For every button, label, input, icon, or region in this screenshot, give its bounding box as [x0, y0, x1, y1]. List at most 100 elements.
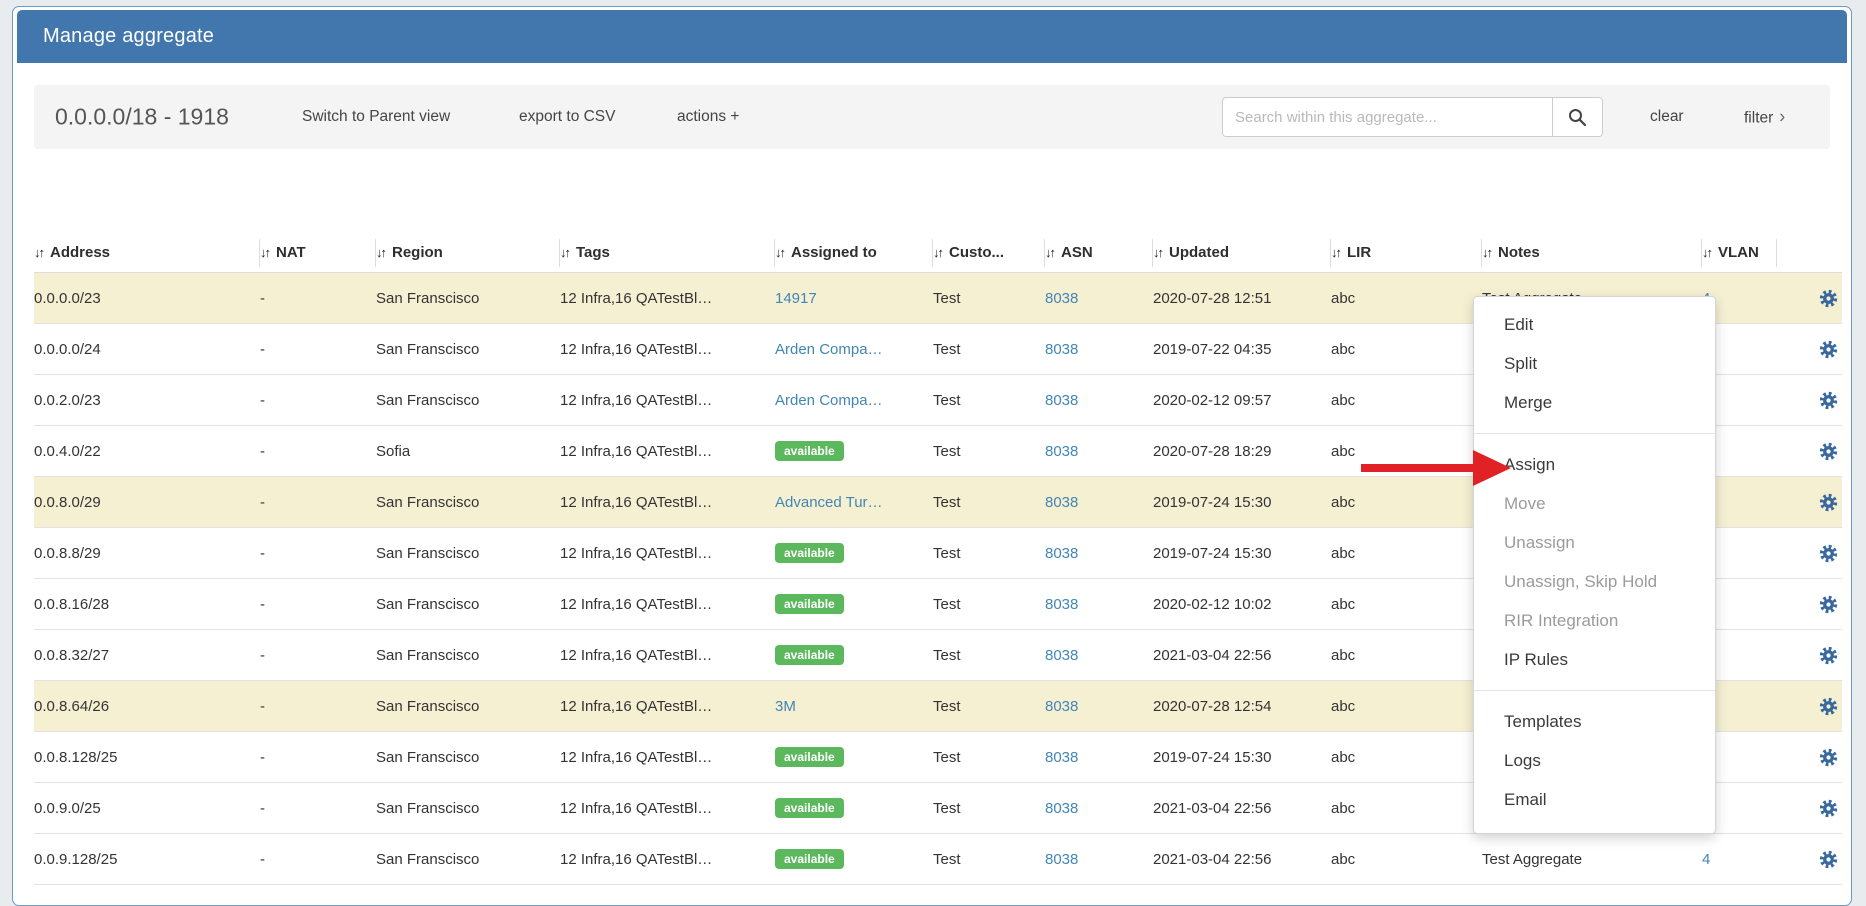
column-header-nat[interactable]: ↓↑NAT: [260, 239, 376, 267]
lir-cell: abc: [1331, 647, 1482, 664]
search-group: [1222, 97, 1603, 137]
assigned-to-cell: Arden Compa…: [775, 341, 933, 358]
nat-cell-text: -: [260, 443, 265, 460]
customer-cell: Test: [933, 851, 1045, 868]
asn-cell-text[interactable]: 8038: [1045, 341, 1078, 358]
row-actions-gear[interactable]: [1819, 799, 1842, 818]
sort-icon: ↓↑: [560, 245, 569, 260]
column-header-label: Custo...: [949, 244, 1004, 261]
assigned-to-link[interactable]: Advanced Tur…: [775, 494, 883, 511]
export-csv-button[interactable]: export to CSV: [519, 108, 616, 126]
menu-item-ip-rules[interactable]: IP Rules: [1474, 640, 1715, 679]
updated-cell: 2020-02-12 10:02: [1153, 596, 1331, 613]
row-actions-gear[interactable]: [1819, 442, 1842, 461]
clear-button[interactable]: clear: [1650, 108, 1684, 126]
row-actions-gear[interactable]: [1819, 391, 1842, 410]
row-actions-gear[interactable]: [1819, 544, 1842, 563]
column-header-tags[interactable]: ↓↑Tags: [560, 239, 775, 267]
table-row[interactable]: 0.0.9.128/25-San Franscisco12 Infra,16 Q…: [34, 834, 1842, 885]
assigned-to-link[interactable]: Arden Compa…: [775, 341, 883, 358]
asn-cell-text[interactable]: 8038: [1045, 647, 1078, 664]
column-header-lir[interactable]: ↓↑LIR: [1331, 239, 1482, 267]
address-cell-text: 0.0.8.128/25: [34, 749, 117, 766]
menu-item-email[interactable]: Email: [1474, 780, 1715, 819]
customer-cell-text: Test: [933, 749, 961, 766]
row-actions-gear[interactable]: [1819, 697, 1842, 716]
lir-cell: abc: [1331, 749, 1482, 766]
menu-divider: [1474, 690, 1715, 691]
vlan-cell-text[interactable]: 4: [1702, 851, 1710, 868]
lir-cell: abc: [1331, 290, 1482, 307]
tags-cell-text: 12 Infra,16 QATestBl…: [560, 494, 712, 511]
asn-cell-text[interactable]: 8038: [1045, 392, 1078, 409]
column-header-asn[interactable]: ↓↑ASN: [1045, 239, 1153, 267]
search-icon: [1568, 108, 1587, 127]
asn-cell-text[interactable]: 8038: [1045, 851, 1078, 868]
menu-item-logs[interactable]: Logs: [1474, 741, 1715, 780]
assigned-to-cell: available: [775, 849, 933, 869]
gear-icon: [1819, 289, 1838, 308]
page-title: Manage aggregate: [43, 25, 214, 48]
asn-cell-text[interactable]: 8038: [1045, 290, 1078, 307]
row-actions-gear[interactable]: [1819, 850, 1842, 869]
actions-menu-button[interactable]: actions +: [677, 108, 739, 126]
menu-item-split[interactable]: Split: [1474, 344, 1715, 383]
asn-cell: 8038: [1045, 698, 1153, 715]
customer-cell-text: Test: [933, 392, 961, 409]
updated-cell: 2019-07-24 15:30: [1153, 494, 1331, 511]
updated-cell-text: 2021-03-04 22:56: [1153, 800, 1271, 817]
tags-cell-text: 12 Infra,16 QATestBl…: [560, 290, 712, 307]
column-header-notes[interactable]: ↓↑Notes: [1482, 239, 1702, 267]
row-actions-gear[interactable]: [1819, 289, 1842, 308]
nat-cell-text: -: [260, 341, 265, 358]
row-actions-gear[interactable]: [1819, 646, 1842, 665]
lir-cell-text: abc: [1331, 392, 1355, 409]
row-actions-gear[interactable]: [1819, 493, 1842, 512]
asn-cell-text[interactable]: 8038: [1045, 545, 1078, 562]
menu-item-merge[interactable]: Merge: [1474, 383, 1715, 422]
gear-icon: [1819, 850, 1838, 869]
assigned-to-link[interactable]: 3M: [775, 698, 796, 715]
nat-cell: -: [260, 851, 376, 868]
panel-title-bar: Manage aggregate: [17, 10, 1847, 63]
search-input[interactable]: [1222, 97, 1553, 137]
asn-cell-text[interactable]: 8038: [1045, 596, 1078, 613]
column-header-updated[interactable]: ↓↑Updated: [1153, 239, 1331, 267]
customer-cell: Test: [933, 800, 1045, 817]
address-cell-text: 0.0.8.8/29: [34, 545, 101, 562]
nat-cell: -: [260, 290, 376, 307]
column-header-region[interactable]: ↓↑Region: [376, 239, 560, 267]
address-cell-text: 0.0.2.0/23: [34, 392, 101, 409]
row-actions-gear[interactable]: [1819, 595, 1842, 614]
asn-cell-text[interactable]: 8038: [1045, 494, 1078, 511]
region-cell: San Franscisco: [376, 290, 560, 307]
sort-icon: ↓↑: [775, 245, 784, 260]
sort-icon: ↓↑: [1331, 245, 1340, 260]
assigned-to-link[interactable]: 14917: [775, 290, 817, 307]
asn-cell-text[interactable]: 8038: [1045, 698, 1078, 715]
search-button[interactable]: [1553, 97, 1603, 137]
asn-cell-text[interactable]: 8038: [1045, 800, 1078, 817]
nat-cell-text: -: [260, 749, 265, 766]
asn-cell-text[interactable]: 8038: [1045, 443, 1078, 460]
column-header-custo[interactable]: ↓↑Custo...: [933, 239, 1045, 267]
row-actions-gear[interactable]: [1819, 340, 1842, 359]
tags-cell: 12 Infra,16 QATestBl…: [560, 647, 775, 664]
row-actions-gear[interactable]: [1819, 748, 1842, 767]
column-header-vlan[interactable]: ↓↑VLAN: [1702, 239, 1777, 267]
column-header-assigned-to[interactable]: ↓↑Assigned to: [775, 239, 933, 267]
available-badge: available: [775, 441, 844, 461]
assigned-to-link[interactable]: Arden Compa…: [775, 392, 883, 409]
lir-cell: abc: [1331, 596, 1482, 613]
menu-item-assign[interactable]: Assign: [1474, 445, 1715, 484]
filter-label: filter: [1744, 110, 1773, 127]
menu-item-templates[interactable]: Templates: [1474, 702, 1715, 741]
updated-cell: 2020-07-28 12:51: [1153, 290, 1331, 307]
manage-aggregate-panel: Manage aggregate 0.0.0.0/18 - 1918 Switc…: [12, 6, 1852, 906]
asn-cell-text[interactable]: 8038: [1045, 749, 1078, 766]
column-header-address[interactable]: ↓↑Address: [34, 239, 260, 267]
menu-item-edit[interactable]: Edit: [1474, 305, 1715, 344]
filter-toggle[interactable]: filter›: [1744, 107, 1785, 128]
updated-cell: 2019-07-24 15:30: [1153, 749, 1331, 766]
switch-parent-view-button[interactable]: Switch to Parent view: [302, 108, 450, 126]
